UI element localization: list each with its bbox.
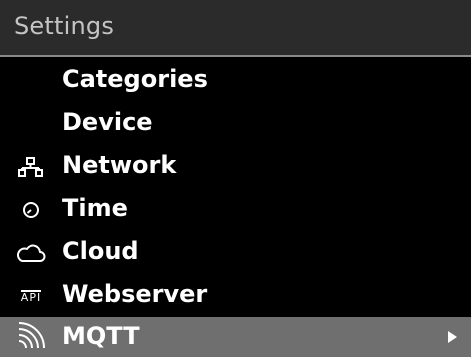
menu-item-label: Network — [62, 151, 177, 179]
menu-item-label: Device — [62, 108, 153, 136]
settings-menu: Categories Device Network Time Cloud API… — [0, 59, 471, 357]
api-icon-text: API — [20, 289, 42, 304]
page-title: Settings — [14, 12, 115, 40]
clock-icon — [16, 197, 46, 223]
menu-item-cloud[interactable]: Cloud — [0, 231, 471, 274]
menu-item-device[interactable]: Device — [0, 102, 471, 145]
menu-item-label: MQTT — [62, 322, 140, 350]
settings-header: Settings — [0, 0, 471, 57]
menu-item-label: Cloud — [62, 237, 139, 265]
wifi-signal-icon — [16, 322, 46, 349]
menu-item-categories[interactable]: Categories — [0, 59, 471, 102]
menu-item-network[interactable]: Network — [0, 145, 471, 188]
api-icon: API — [16, 283, 46, 309]
menu-item-label: Categories — [62, 65, 208, 93]
menu-item-time[interactable]: Time — [0, 188, 471, 231]
menu-item-webserver[interactable]: API Webserver — [0, 274, 471, 317]
cloud-icon — [16, 240, 46, 266]
network-icon — [16, 154, 46, 180]
menu-item-label: Webserver — [62, 280, 208, 308]
chevron-right-icon — [448, 331, 457, 343]
menu-item-mqtt[interactable]: MQTT — [0, 317, 471, 357]
menu-item-label: Time — [62, 194, 128, 222]
